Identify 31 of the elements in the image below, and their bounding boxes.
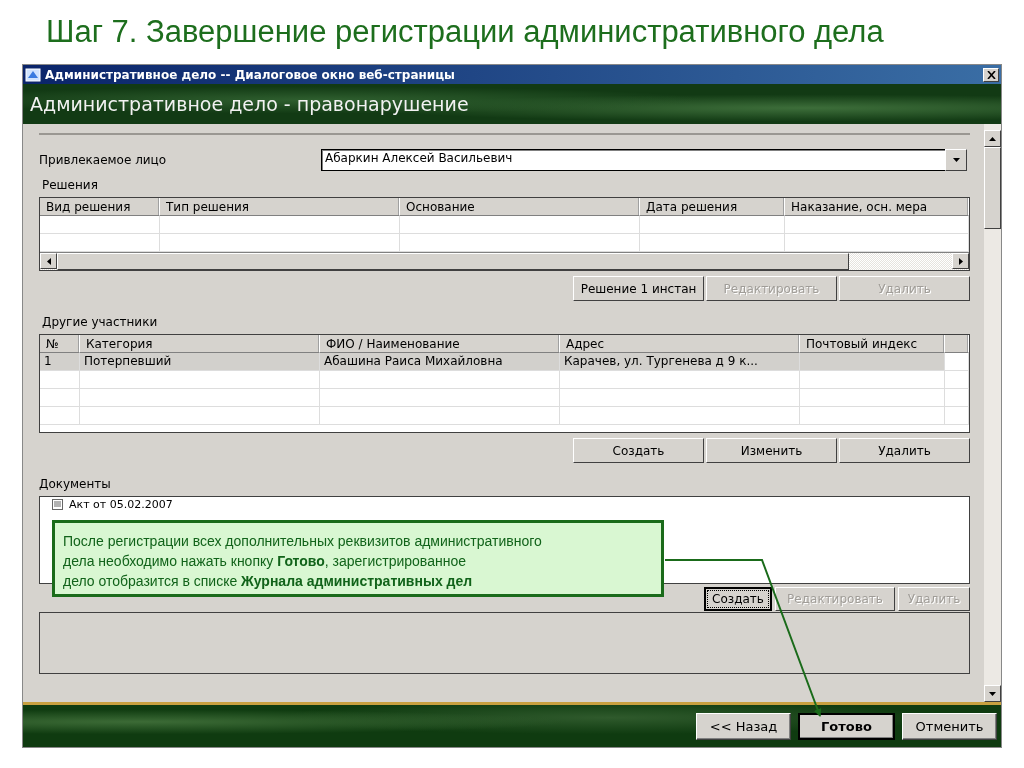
action-button[interactable]: Создать (704, 587, 772, 611)
document-item[interactable]: Акт от 05.02.2007 (69, 498, 173, 510)
column-header[interactable]: ФИО / Наименование (320, 335, 560, 353)
slide-title: Шаг 7. Завершение регистрации административного дела (46, 14, 884, 50)
field-label: Привлекаемое лицо (39, 153, 168, 167)
table-cell: Абашина Раиса Михайловна (320, 353, 560, 371)
callout-note: После регистрации всех дополнительных реквизитов административного дела необходимо нажать кнопку Готово, зарегистрированное дело отобразится в списке Журнала административных дел (52, 520, 664, 597)
action-button[interactable]: Создать (573, 438, 704, 463)
column-header[interactable]: Тип решения (160, 198, 400, 216)
footer-button[interactable]: Отменить (902, 712, 997, 740)
action-button[interactable]: Решение 1 инстан (573, 276, 704, 301)
column-header[interactable]: Дата решения (640, 198, 785, 216)
column-header[interactable]: Наказание, осн. мера (785, 198, 969, 216)
section-label: Решения (41, 178, 99, 192)
column-header[interactable]: Вид решения (40, 198, 160, 216)
table-cell: 1 (40, 353, 80, 371)
action-button[interactable]: Удалить (839, 438, 970, 463)
table-cell: Потерпевший (80, 353, 320, 371)
column-header[interactable]: Почтовый индекс (800, 335, 945, 353)
window-title: Административное дело -- Диалоговое окно веб-страницы (45, 67, 455, 82)
column-header[interactable]: № (40, 335, 80, 353)
footer-button[interactable]: Готово (798, 712, 895, 740)
section-label: Другие участники (41, 315, 159, 329)
footer-button[interactable]: << Назад (696, 712, 791, 740)
action-button[interactable]: Изменить (706, 438, 837, 463)
column-header[interactable]: Адрес (560, 335, 800, 353)
dialog-heading: Административное дело - правонарушение (30, 93, 469, 115)
column-header[interactable]: Основание (400, 198, 640, 216)
table-cell: Карачев, ул. Тургенева д 9 к... (560, 353, 800, 371)
column-header[interactable]: Категория (80, 335, 320, 353)
section-label: Документы (39, 477, 112, 491)
